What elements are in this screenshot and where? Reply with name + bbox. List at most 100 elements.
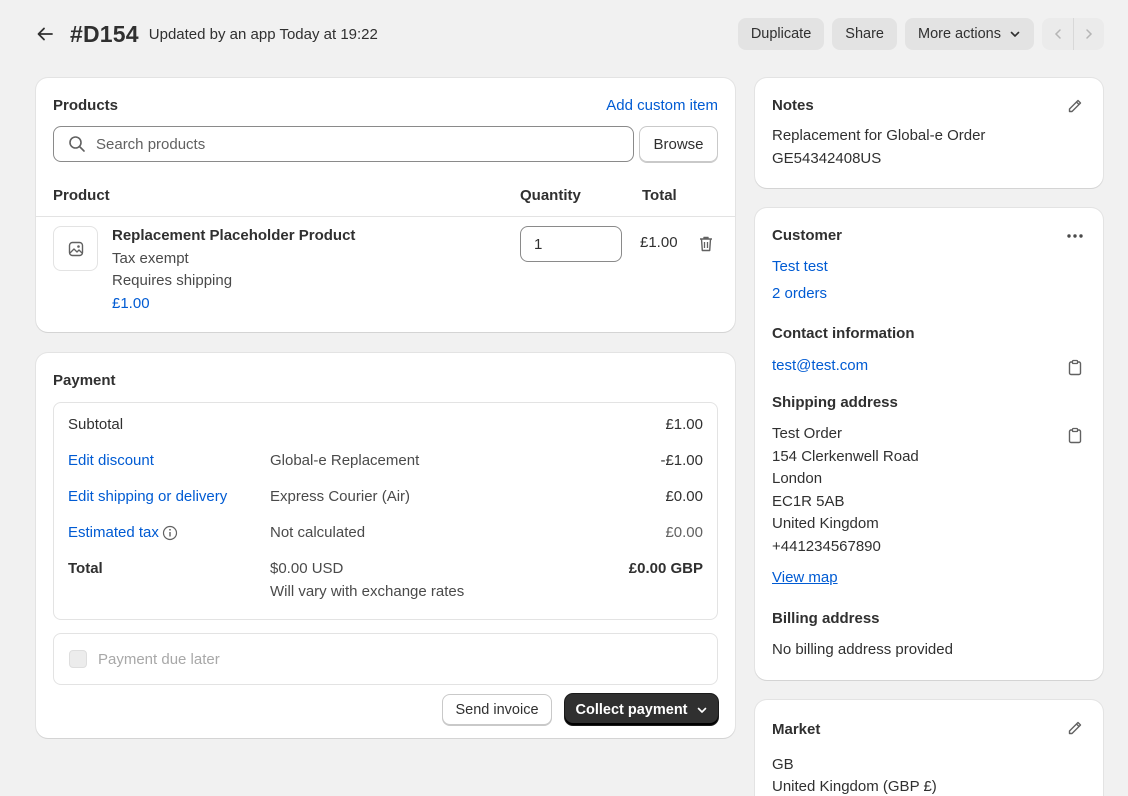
pencil-icon (1068, 721, 1082, 735)
customer-card: Customer Test test 2 orders Contact info… (755, 208, 1103, 680)
market-card: Market GB United Kingdom (GBP £) (755, 700, 1103, 796)
search-input[interactable] (96, 135, 596, 153)
clipboard-icon (1068, 427, 1082, 443)
info-icon[interactable] (162, 525, 178, 541)
next-order-button[interactable] (1073, 18, 1104, 50)
customer-name-link[interactable]: Test test (772, 256, 828, 279)
edit-discount-link[interactable]: Edit discount (68, 452, 154, 469)
page-header: #D154 Updated by an app Today at 19:22 D… (36, 18, 1104, 50)
notes-line-2: GE54342408US (772, 150, 882, 167)
discount-description: Global-e Replacement (270, 452, 420, 469)
notes-card: Notes Replacement for Global-e Order GE5… (755, 78, 1103, 188)
previous-order-button[interactable] (1042, 18, 1073, 50)
products-title: Products (53, 97, 119, 114)
collect-payment-button[interactable]: Collect payment (565, 694, 718, 725)
subtotal-row: Subtotal £1.00 (68, 416, 703, 438)
customer-email-link[interactable]: test@test.com (772, 355, 868, 378)
edit-shipping-link[interactable]: Edit shipping or delivery (68, 488, 227, 505)
payment-summary: Subtotal £1.00 Edit discount Global-e Re… (53, 402, 718, 620)
customer-more-button[interactable] (1063, 224, 1087, 248)
payment-title: Payment (53, 372, 116, 389)
table-divider (36, 216, 735, 217)
column-header-total: Total (642, 187, 677, 204)
image-placeholder-icon (68, 241, 83, 256)
payment-due-later-label: Payment due later (98, 650, 220, 668)
product-total: £1.00 (640, 234, 678, 251)
chevron-right-icon (1086, 29, 1093, 39)
collect-payment-label: Collect payment (575, 701, 688, 718)
total-value: £0.00 GBP (628, 560, 703, 577)
notes-line-1: Replacement for Global-e Order (772, 127, 986, 144)
column-header-product: Product (53, 187, 110, 204)
notes-title: Notes (772, 97, 814, 114)
payment-card: Payment Subtotal £1.00 Edit discount Glo… (36, 353, 735, 738)
payment-due-later-checkbox[interactable] (69, 650, 87, 668)
page-title: #D154 (70, 20, 139, 47)
duplicate-button[interactable]: Duplicate (737, 18, 825, 50)
total-row: Total $0.00 USD Will vary with exchange … (68, 560, 703, 608)
payment-due-later-option: Payment due later (53, 633, 718, 685)
clipboard-icon (1068, 359, 1082, 375)
address-line: United Kingdom (772, 515, 879, 532)
more-horizontal-icon (1067, 234, 1083, 238)
share-button[interactable]: Share (832, 18, 897, 50)
product-tax: Tax exempt (112, 250, 189, 267)
search-icon (69, 136, 85, 152)
edit-market-button[interactable] (1063, 716, 1087, 740)
product-shipping: Requires shipping (112, 272, 233, 289)
market-title: Market (772, 721, 821, 738)
products-card: Products Add custom item Browse Product … (36, 78, 735, 332)
tax-description: Not calculated (270, 524, 366, 541)
more-actions-label: More actions (917, 26, 1001, 42)
billing-address-title: Billing address (772, 610, 880, 627)
trash-icon (700, 236, 712, 252)
total-usd: $0.00 USD (270, 560, 344, 577)
chevron-down-icon (1010, 31, 1020, 37)
send-invoice-button[interactable]: Send invoice (442, 694, 552, 725)
order-pager (1042, 18, 1104, 50)
total-label: Total (68, 560, 103, 577)
product-price[interactable]: £1.00 (112, 293, 150, 316)
shipping-address-title: Shipping address (772, 394, 898, 411)
market-country: United Kingdom (GBP £) (772, 778, 937, 795)
more-actions-button[interactable]: More actions (904, 18, 1034, 50)
shipping-row: Edit shipping or delivery Express Courie… (68, 488, 703, 510)
copy-email-button[interactable] (1063, 355, 1087, 379)
add-custom-item-link[interactable]: Add custom item (606, 95, 718, 118)
contact-info-title: Contact information (772, 325, 915, 342)
address-line: London (772, 470, 823, 487)
remove-product-button[interactable] (694, 232, 718, 256)
discount-row: Edit discount Global-e Replacement -£1.0… (68, 452, 703, 474)
quantity-input[interactable] (520, 226, 622, 262)
address-phone: +441234567890 (772, 538, 881, 555)
product-name[interactable]: Replacement Placeholder Product (112, 225, 355, 248)
tax-value: £0.00 (665, 524, 703, 541)
arrow-left-icon (37, 27, 53, 41)
estimated-tax-label-group: Estimated tax (68, 524, 178, 541)
market-code: GB (772, 756, 794, 773)
shipping-description: Express Courier (Air) (270, 488, 411, 505)
header-actions: Duplicate Share More actions (737, 18, 1104, 50)
chevron-down-icon (697, 707, 706, 713)
updated-meta: Updated by an app Today at 19:22 (148, 25, 378, 43)
back-button[interactable] (36, 20, 64, 48)
discount-value: -£1.00 (660, 452, 703, 469)
estimated-tax-link[interactable]: Estimated tax (68, 524, 159, 541)
product-search[interactable] (53, 126, 634, 162)
chevron-left-icon (1054, 29, 1061, 39)
customer-orders-link[interactable]: 2 orders (772, 283, 827, 306)
copy-address-button[interactable] (1063, 423, 1087, 447)
edit-notes-button[interactable] (1063, 94, 1087, 118)
browse-button[interactable]: Browse (639, 126, 718, 162)
subtotal-label: Subtotal (68, 416, 124, 433)
shipping-value: £0.00 (665, 488, 703, 505)
product-thumbnail (53, 226, 98, 271)
address-line: Test Order (772, 425, 843, 442)
address-line: 154 Clerkenwell Road (772, 448, 919, 465)
pencil-icon (1068, 99, 1082, 113)
billing-address-text: No billing address provided (772, 641, 953, 658)
customer-title: Customer (772, 227, 843, 244)
view-map-link[interactable]: View map (772, 567, 838, 590)
tax-row: Estimated tax Not calculated £0.00 (68, 524, 703, 546)
column-header-quantity: Quantity (520, 187, 581, 204)
